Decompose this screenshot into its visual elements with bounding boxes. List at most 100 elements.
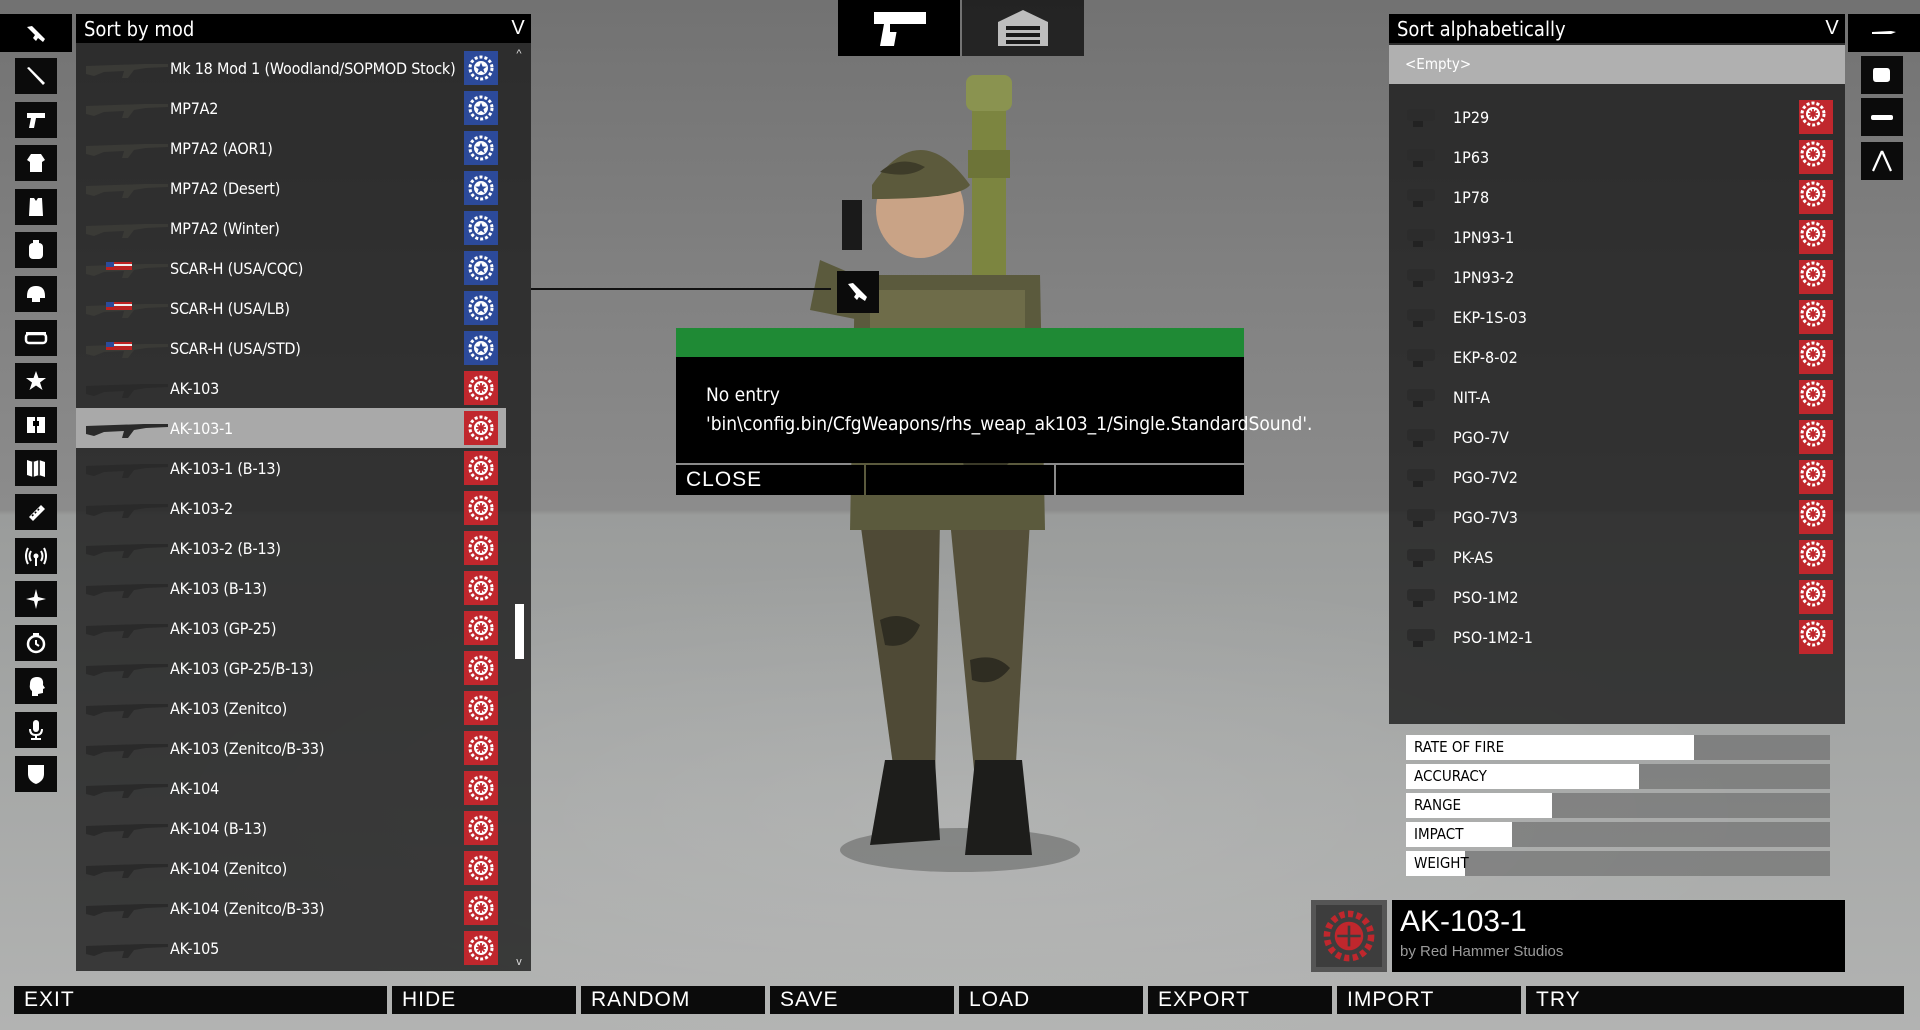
save-button[interactable]: SAVE (770, 986, 954, 1014)
category-button[interactable] (15, 537, 57, 574)
attachment-list-item[interactable]: PSO-1M2 (1389, 577, 1845, 617)
weapon-list-item[interactable]: AK-105 (76, 928, 506, 968)
category-button[interactable] (15, 624, 57, 661)
scroll-up-icon[interactable]: ^ (512, 48, 526, 62)
attachment-list-item[interactable]: PGO-7V3 (1389, 497, 1845, 537)
weapon-list-item[interactable]: AK-103-1 (B-13) (76, 448, 506, 488)
weapon-list-item[interactable]: AK-103 (GP-25/B-13) (76, 648, 506, 688)
weapon-list-item[interactable]: MP7A2 (Desert) (76, 168, 506, 208)
attachment-category-button[interactable] (1861, 98, 1903, 136)
attachment-name: NIT-A (1453, 387, 1491, 407)
attachment-list-item[interactable]: 1PN93-1 (1389, 217, 1845, 257)
us-mod-badge-icon (464, 211, 498, 245)
left-sort-chevron-icon[interactable]: V (505, 17, 531, 40)
exit-button[interactable]: EXIT (14, 986, 387, 1014)
attachment-list-item[interactable]: 1P63 (1389, 137, 1845, 177)
dialog-close-button[interactable]: CLOSE (676, 465, 864, 495)
tab-garage[interactable] (962, 0, 1084, 56)
attachment-category-button[interactable] (1861, 56, 1903, 94)
import-button[interactable]: IMPORT (1337, 986, 1521, 1014)
us-mod-badge-icon (464, 251, 498, 285)
attachment-list-item[interactable]: PK-AS (1389, 537, 1845, 577)
dialog-buttons: CLOSE (676, 465, 1244, 495)
weapon-thumbnail (84, 414, 170, 442)
weapon-list-item[interactable]: SCAR-H (USA/LB) (76, 288, 506, 328)
weapon-list-item[interactable]: AK-103-1 (76, 408, 506, 448)
weapon-name: MP7A2 (AOR1) (170, 138, 273, 158)
category-button[interactable] (15, 101, 57, 138)
attachment-list-item[interactable]: EKP-1S-03 (1389, 297, 1845, 337)
weapon-list-item[interactable]: MP7A2 (76, 88, 506, 128)
category-button[interactable] (15, 363, 57, 400)
weapon-list-item[interactable]: AK-103 (Zenitco) (76, 688, 506, 728)
category-button[interactable] (15, 58, 57, 94)
handgun-icon (27, 112, 45, 128)
optic-thumbnail (1401, 581, 1441, 613)
left-sort-header[interactable]: Sort by mod V (76, 14, 531, 43)
weapon-list-item[interactable]: AK-103 (GP-25) (76, 608, 506, 648)
attachment-list-item[interactable]: PGO-7V (1389, 417, 1845, 457)
category-button[interactable] (15, 276, 57, 312)
scroll-thumb[interactable] (515, 604, 524, 659)
hide-button[interactable]: HIDE (392, 986, 576, 1014)
category-button[interactable] (15, 755, 57, 792)
tab-weapons[interactable] (838, 0, 960, 56)
weapon-list-item[interactable]: AK-103 (Zenitco/B-33) (76, 728, 506, 768)
weapon-list-item[interactable]: AK-103 (B-13) (76, 568, 506, 608)
try-button[interactable]: TRY (1526, 986, 1904, 1014)
weapon-list-item[interactable]: AK-103-2 (B-13) (76, 528, 506, 568)
weapon-list-item[interactable]: AK-104 (76, 768, 506, 808)
weapon-list-item[interactable]: SCAR-H (USA/STD) (76, 328, 506, 368)
category-button[interactable] (15, 668, 57, 705)
category-button[interactable] (15, 319, 57, 356)
weapon-list-item[interactable]: AK-104 (Zenitco) (76, 848, 506, 888)
optic-thumbnail (1401, 461, 1441, 493)
attachment-category-button[interactable] (1861, 142, 1903, 180)
stat-track (1406, 851, 1830, 876)
weapon-list-item[interactable]: AK-103 (76, 368, 506, 408)
weapon-list-item[interactable]: MP7A2 (AOR1) (76, 128, 506, 168)
attachment-list-item[interactable]: 1PN93-2 (1389, 257, 1845, 297)
attachment-list-item[interactable]: 1P29 (1389, 97, 1845, 137)
attachment-list-item[interactable]: PGO-7V2 (1389, 457, 1845, 497)
optic-thumbnail (1401, 501, 1441, 533)
optic-thumbnail (1401, 541, 1441, 573)
weapon-list-scrollbar[interactable]: ^ v (512, 48, 526, 968)
handgun-slot-marker[interactable] (837, 271, 879, 313)
category-button[interactable] (0, 14, 72, 52)
weapon-list-item[interactable]: SCAR-H (USA/CQC) (76, 248, 506, 288)
category-button[interactable] (15, 581, 57, 618)
load-button[interactable]: LOAD (959, 986, 1143, 1014)
category-button[interactable] (15, 232, 57, 269)
random-button[interactable]: RANDOM (581, 986, 765, 1014)
watch-icon (26, 632, 46, 654)
weapon-list-item[interactable]: AK-103-2 (76, 488, 506, 528)
rhs-mod-badge-icon (464, 571, 498, 605)
category-button[interactable] (15, 712, 57, 748)
category-button[interactable] (15, 188, 57, 225)
category-button[interactable] (15, 406, 57, 443)
weapon-thumbnail (84, 654, 170, 682)
attachment-category-button[interactable] (1848, 14, 1920, 52)
weapon-thumbnail (84, 494, 170, 522)
muzzle-attachment-icon (1872, 31, 1896, 34)
category-button[interactable] (15, 494, 57, 530)
attachment-list-item[interactable]: NIT-A (1389, 377, 1845, 417)
attachment-list-item[interactable]: PSO-1M2-1 (1389, 617, 1845, 657)
weapon-thumbnail (84, 254, 170, 282)
weapon-list-item[interactable]: AK-104 (Zenitco/B-33) (76, 888, 506, 928)
rhs-mod-badge-icon (464, 491, 498, 525)
weapon-list-item[interactable]: MP7A2 (Winter) (76, 208, 506, 248)
weapon-list-item[interactable]: AK-104 (B-13) (76, 808, 506, 848)
attachment-list-item[interactable]: EKP-8-02 (1389, 337, 1845, 377)
export-button[interactable]: EXPORT (1148, 986, 1332, 1014)
empty-attachment-option[interactable]: <Empty> (1389, 45, 1845, 84)
category-button[interactable] (15, 145, 57, 182)
attachment-list-item[interactable]: 1P78 (1389, 177, 1845, 217)
right-sort-header[interactable]: Sort alphabetically V (1389, 14, 1845, 43)
right-sort-chevron-icon[interactable]: V (1819, 17, 1845, 40)
weapon-list-item[interactable]: Mk 18 Mod 1 (Woodland/SOPMOD Stock) (76, 48, 506, 88)
scroll-down-icon[interactable]: v (512, 956, 526, 970)
category-button[interactable] (15, 450, 57, 487)
stat-label: WEIGHT (1414, 854, 1469, 872)
